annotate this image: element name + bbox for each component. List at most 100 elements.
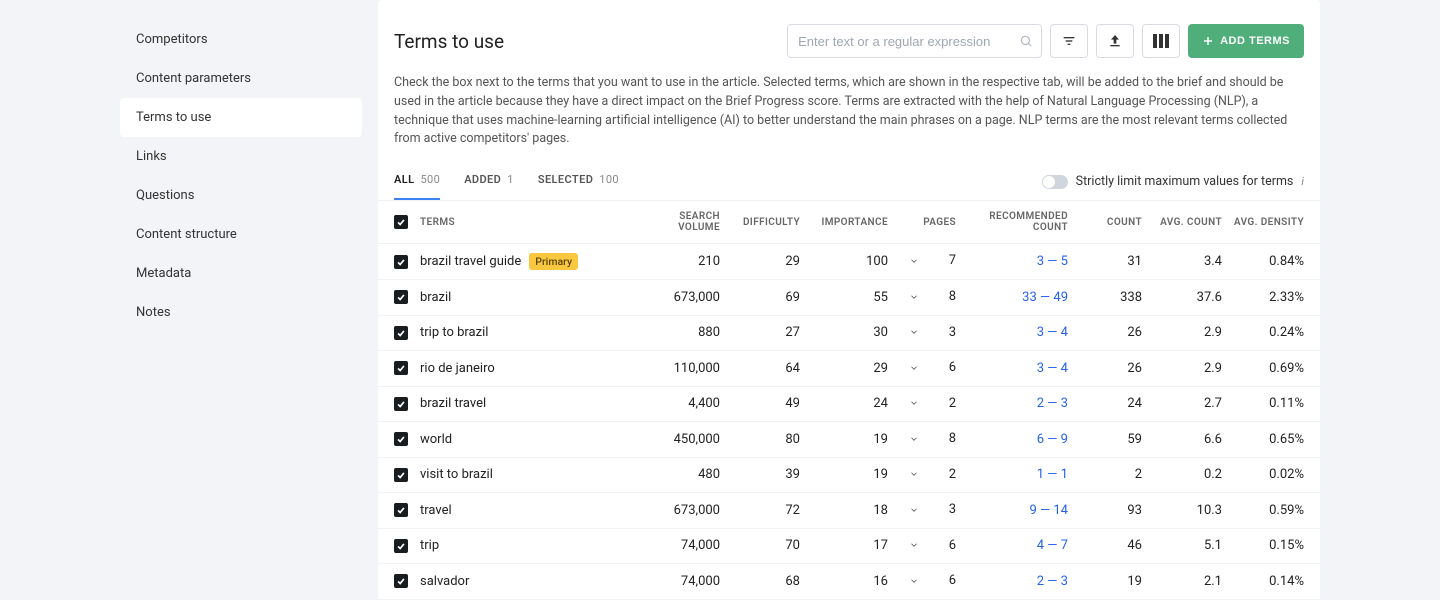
pages-cell[interactable]: 2: [888, 467, 956, 484]
row-checkbox[interactable]: [394, 326, 408, 340]
rec-cell[interactable]: 1 — 1: [956, 467, 1068, 482]
sv-cell: 210: [638, 254, 720, 269]
rec-cell[interactable]: 33 — 49: [956, 290, 1068, 305]
pages-cell[interactable]: 3: [888, 502, 956, 519]
avgd-cell: 0.14%: [1222, 574, 1304, 589]
columns-button[interactable]: [1142, 24, 1180, 58]
col-importance[interactable]: IMPORTANCE: [800, 217, 888, 228]
col-count[interactable]: COUNT: [1068, 217, 1142, 228]
term-cell: world: [420, 432, 638, 447]
imp-cell: 100: [800, 254, 888, 269]
col-difficulty[interactable]: DIFFICULTY: [720, 217, 800, 228]
avgd-cell: 2.33%: [1222, 290, 1304, 305]
pages-value: 3: [949, 325, 956, 340]
select-all-cell: [394, 215, 412, 229]
col-avg-count[interactable]: AVG. COUNT: [1142, 217, 1222, 228]
row-checkbox[interactable]: [394, 503, 408, 517]
term-cell: travel: [420, 503, 638, 518]
sv-cell: 880: [638, 325, 720, 340]
sidebar-item-questions[interactable]: Questions: [120, 176, 362, 215]
row-checkbox[interactable]: [394, 361, 408, 375]
search-icon: [1019, 34, 1033, 48]
col-terms[interactable]: TERMS: [420, 217, 638, 228]
row-checkbox[interactable]: [394, 397, 408, 411]
col-search-volume[interactable]: SEARCH VOLUME: [638, 211, 720, 233]
rec-cell[interactable]: 3 — 4: [956, 325, 1068, 340]
pages-cell[interactable]: 8: [888, 431, 956, 448]
table-header: TERMS SEARCH VOLUME DIFFICULTY IMPORTANC…: [378, 201, 1320, 244]
avgd-cell: 0.02%: [1222, 467, 1304, 482]
pages-cell[interactable]: 6: [888, 360, 956, 377]
search-input[interactable]: [788, 34, 1041, 49]
rec-cell[interactable]: 9 — 14: [956, 503, 1068, 518]
rec-cell[interactable]: 3 — 5: [956, 254, 1068, 269]
sidebar-item-metadata[interactable]: Metadata: [120, 254, 362, 293]
col-avg-density[interactable]: AVG. DENSITY: [1222, 217, 1304, 228]
diff-cell: 49: [720, 396, 800, 411]
row-checkbox[interactable]: [394, 468, 408, 482]
rec-cell[interactable]: 2 — 3: [956, 396, 1068, 411]
diff-cell: 72: [720, 503, 800, 518]
row-checkbox[interactable]: [394, 255, 408, 269]
header: Terms to use ADD TERMS: [378, 0, 1320, 70]
term-cell: visit to brazil: [420, 467, 638, 482]
info-icon[interactable]: i: [1301, 175, 1304, 188]
imp-cell: 29: [800, 361, 888, 376]
filter-button[interactable]: [1050, 24, 1088, 58]
term-text: visit to brazil: [420, 467, 493, 482]
strict-toggle[interactable]: [1042, 175, 1068, 189]
sidebar-item-notes[interactable]: Notes: [120, 293, 362, 332]
count-cell: 26: [1068, 361, 1142, 376]
pages-cell[interactable]: 6: [888, 538, 956, 555]
pages-value: 2: [949, 396, 956, 411]
imp-cell: 19: [800, 467, 888, 482]
upload-button[interactable]: [1096, 24, 1134, 58]
tab-count: 1: [507, 173, 514, 186]
diff-cell: 29: [720, 254, 800, 269]
row-checkbox-cell: [394, 432, 412, 446]
sv-cell: 673,000: [638, 503, 720, 518]
table-row: travel673,000721839 — 149310.30.59%: [378, 493, 1320, 529]
rec-cell[interactable]: 3 — 4: [956, 361, 1068, 376]
tab-selected[interactable]: SELECTED100: [538, 173, 619, 200]
tab-all[interactable]: ALL500: [394, 173, 440, 200]
tab-added[interactable]: ADDED1: [464, 173, 514, 200]
term-cell: trip: [420, 538, 638, 553]
filter-icon: [1061, 33, 1077, 49]
count-cell: 2: [1068, 467, 1142, 482]
pages-cell[interactable]: 6: [888, 573, 956, 590]
diff-cell: 64: [720, 361, 800, 376]
sidebar-item-content-structure[interactable]: Content structure: [120, 215, 362, 254]
sidebar-item-links[interactable]: Links: [120, 137, 362, 176]
row-checkbox[interactable]: [394, 539, 408, 553]
term-cell: brazil: [420, 290, 638, 305]
rec-cell[interactable]: 2 — 3: [956, 574, 1068, 589]
header-controls: ADD TERMS: [787, 24, 1304, 58]
sidebar-item-terms-to-use[interactable]: Terms to use: [120, 98, 362, 137]
col-pages[interactable]: PAGES: [888, 217, 956, 228]
rec-cell[interactable]: 4 — 7: [956, 538, 1068, 553]
term-text: salvador: [420, 574, 469, 589]
row-checkbox[interactable]: [394, 574, 408, 588]
pages-cell[interactable]: 7: [888, 253, 956, 270]
avgc-cell: 2.1: [1142, 574, 1222, 589]
count-cell: 59: [1068, 432, 1142, 447]
pages-cell[interactable]: 8: [888, 289, 956, 306]
sidebar-item-competitors[interactable]: Competitors: [120, 20, 362, 59]
table-row: brazil travel4,400492422 — 3242.70.11%: [378, 387, 1320, 423]
avgc-cell: 6.6: [1142, 432, 1222, 447]
row-checkbox-cell: [394, 503, 412, 517]
select-all-checkbox[interactable]: [394, 215, 408, 229]
pages-value: 2: [949, 467, 956, 482]
add-terms-button[interactable]: ADD TERMS: [1188, 24, 1304, 58]
row-checkbox[interactable]: [394, 290, 408, 304]
rec-cell[interactable]: 6 — 9: [956, 432, 1068, 447]
term-text: travel: [420, 503, 452, 518]
col-recommended[interactable]: RECOMMENDED COUNT: [956, 211, 1068, 233]
row-checkbox[interactable]: [394, 432, 408, 446]
term-cell: salvador: [420, 574, 638, 589]
pages-value: 6: [949, 538, 956, 553]
pages-cell[interactable]: 2: [888, 396, 956, 413]
sidebar-item-content-parameters[interactable]: Content parameters: [120, 59, 362, 98]
pages-cell[interactable]: 3: [888, 325, 956, 342]
